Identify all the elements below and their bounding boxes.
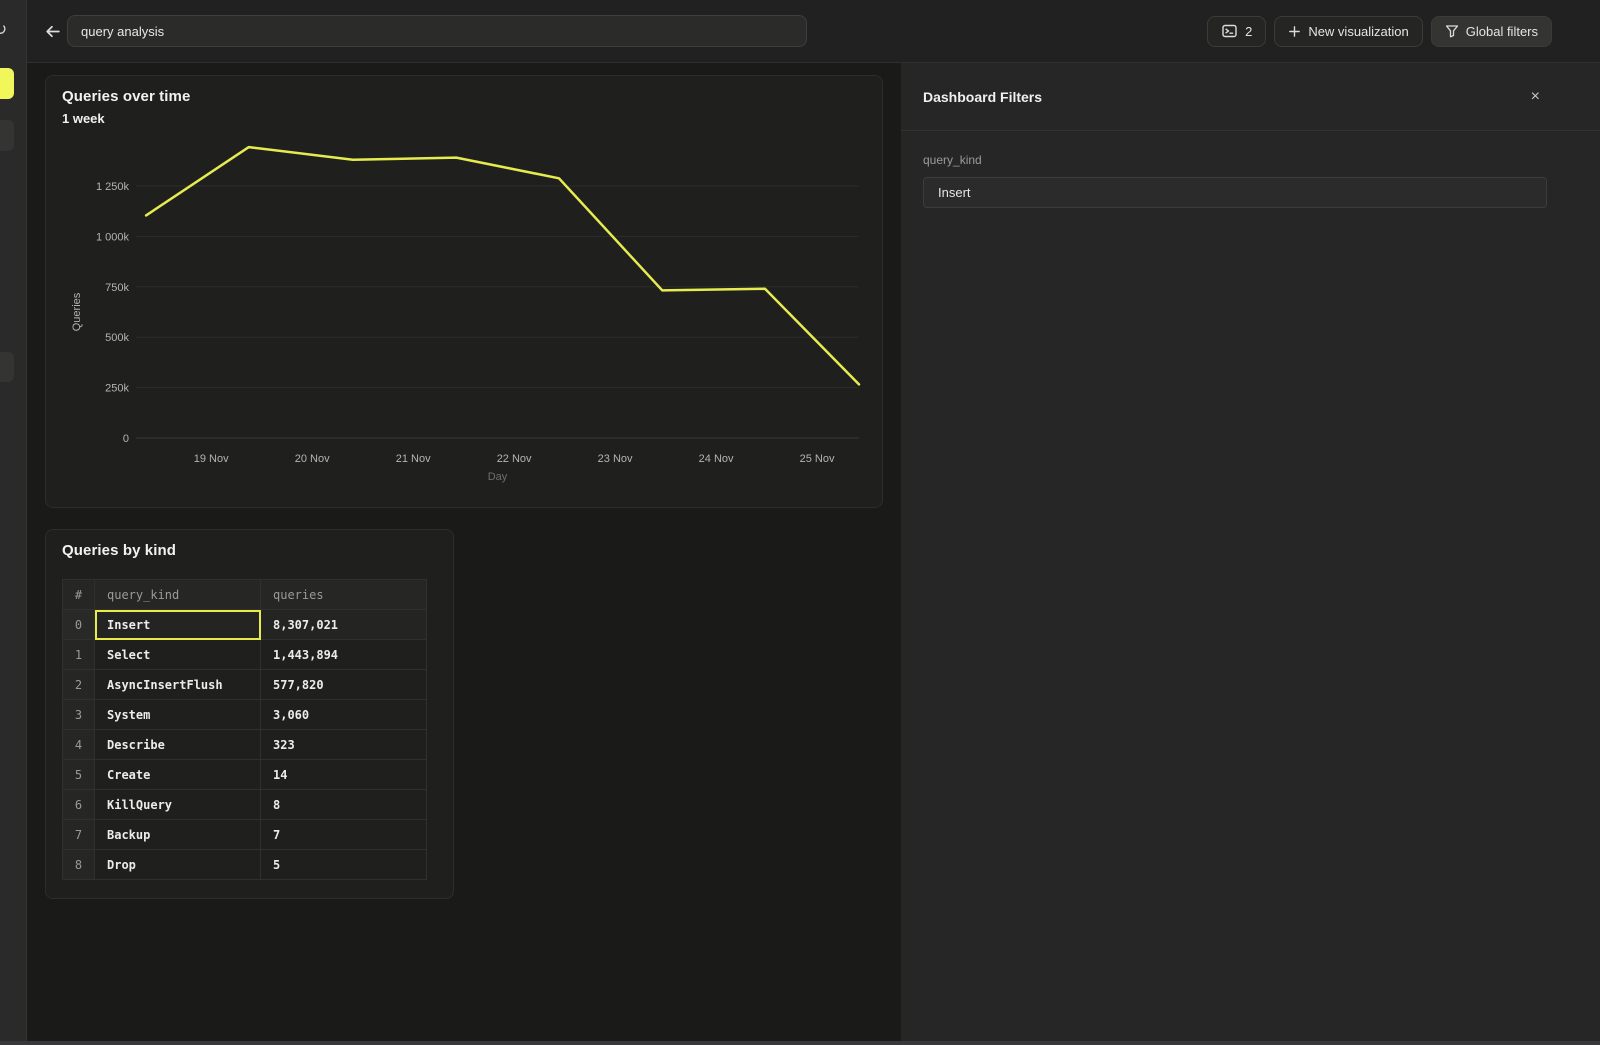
table-cell[interactable]: Describe [95, 730, 261, 760]
sql-console-tabs-button[interactable]: 2 [1207, 16, 1266, 47]
new-visualization-button[interactable]: New visualization [1274, 16, 1422, 47]
row-index-cell[interactable]: 3 [63, 700, 95, 730]
plus-icon [1288, 25, 1301, 38]
svg-text:19 Nov: 19 Nov [194, 453, 229, 465]
query-kind-filter-select[interactable]: Insert [923, 177, 1547, 208]
new-visualization-label: New visualization [1308, 24, 1408, 39]
table-cell[interactable]: 14 [261, 760, 427, 790]
row-index-cell[interactable]: 4 [63, 730, 95, 760]
funnel-icon [1445, 24, 1459, 38]
row-index-cell[interactable]: 6 [63, 790, 95, 820]
filters-panel-body: query_kind Insert [901, 131, 1600, 230]
table-cell[interactable]: KillQuery [95, 790, 261, 820]
queries-by-kind-table: #query_kindqueries 0Insert8,307,0211Sele… [62, 579, 427, 880]
dashboard-title-input[interactable] [67, 15, 807, 47]
column-header-queries[interactable]: queries [261, 580, 427, 610]
svg-text:0: 0 [123, 433, 129, 445]
back-button[interactable] [40, 19, 64, 43]
queries-line-chart: 0 250k 500k 750k 1 000k 1 250k 19 Nov 20 Nov 21 … [46, 76, 884, 509]
main-content: Queries over time 1 week 0250k500k750k1 … [27, 63, 901, 1045]
filter-field-label: query_kind [923, 153, 1578, 167]
table-cell[interactable]: 7 [261, 820, 427, 850]
column-header-index[interactable]: # [63, 580, 95, 610]
table-cell[interactable]: Backup [95, 820, 261, 850]
dashboard-filters-panel: Dashboard Filters × query_kind Insert [901, 63, 1600, 1045]
svg-text:Day: Day [488, 471, 508, 483]
queries-by-kind-card: Queries by kind #query_kindqueries 0Inse… [45, 529, 454, 899]
window-bottom-edge [0, 1041, 1600, 1045]
filters-panel-title: Dashboard Filters [923, 89, 1042, 105]
left-sidebar: ↻ [0, 0, 27, 1045]
filter-selected-value: Insert [938, 185, 971, 200]
table-row: 3System3,060 [63, 700, 427, 730]
sidebar-item-active[interactable] [0, 68, 14, 99]
svg-text:1 000k: 1 000k [96, 231, 130, 243]
tabs-count: 2 [1245, 24, 1252, 39]
queries-line-series [146, 147, 859, 384]
svg-text:21 Nov: 21 Nov [396, 453, 431, 465]
svg-text:25 Nov: 25 Nov [800, 453, 835, 465]
global-filters-label: Global filters [1466, 24, 1538, 39]
table-cell[interactable]: 8 [261, 790, 427, 820]
sidebar-item[interactable] [0, 120, 14, 151]
table-row: 6KillQuery8 [63, 790, 427, 820]
row-index-cell[interactable]: 8 [63, 850, 95, 880]
svg-text:22 Nov: 22 Nov [497, 453, 532, 465]
table-row: 2AsyncInsertFlush577,820 [63, 670, 427, 700]
table-cell[interactable]: Select [95, 640, 261, 670]
close-icon[interactable]: × [1529, 87, 1542, 107]
svg-text:500k: 500k [105, 332, 129, 344]
table-cell[interactable]: 323 [261, 730, 427, 760]
svg-text:23 Nov: 23 Nov [598, 453, 633, 465]
svg-text:20 Nov: 20 Nov [295, 453, 330, 465]
table-row: 5Create14 [63, 760, 427, 790]
table-cell[interactable]: 5 [261, 850, 427, 880]
table-header-row: #query_kindqueries [63, 580, 427, 610]
row-index-cell[interactable]: 7 [63, 820, 95, 850]
history-icon[interactable]: ↻ [0, 20, 7, 40]
table-row: 4Describe323 [63, 730, 427, 760]
svg-text:250k: 250k [105, 383, 129, 395]
svg-text:24 Nov: 24 Nov [699, 453, 734, 465]
table-row: 0Insert8,307,021 [63, 610, 427, 640]
table-cell[interactable]: 1,443,894 [261, 640, 427, 670]
table-cell[interactable]: Drop [95, 850, 261, 880]
table-row: 8Drop5 [63, 850, 427, 880]
sidebar-item[interactable] [0, 352, 14, 382]
row-index-cell[interactable]: 0 [63, 610, 95, 640]
terminal-icon [1221, 23, 1238, 39]
arrow-left-icon [44, 23, 61, 40]
table-cell[interactable]: System [95, 700, 261, 730]
table-cell[interactable]: 8,307,021 [261, 610, 427, 640]
column-header-query_kind[interactable]: query_kind [95, 580, 261, 610]
top-bar: 2 New visualization Global filters [27, 0, 1600, 63]
table-cell[interactable]: 577,820 [261, 670, 427, 700]
table-cell[interactable]: Create [95, 760, 261, 790]
row-index-cell[interactable]: 5 [63, 760, 95, 790]
table-row: 1Select1,443,894 [63, 640, 427, 670]
queries-over-time-card: Queries over time 1 week 0250k500k750k1 … [45, 75, 883, 508]
svg-text:750k: 750k [105, 282, 129, 294]
top-bar-actions: 2 New visualization Global filters [1207, 16, 1552, 47]
svg-text:1 250k: 1 250k [96, 181, 130, 193]
table-title: Queries by kind [62, 542, 176, 559]
table-cell[interactable]: AsyncInsertFlush [95, 670, 261, 700]
filters-panel-header: Dashboard Filters × [901, 63, 1600, 131]
row-index-cell[interactable]: 2 [63, 670, 95, 700]
row-index-cell[interactable]: 1 [63, 640, 95, 670]
global-filters-button[interactable]: Global filters [1431, 16, 1552, 47]
table-cell[interactable]: 3,060 [261, 700, 427, 730]
table-cell[interactable]: Insert [95, 610, 261, 640]
svg-text:Queries: Queries [71, 292, 83, 331]
table-row: 7Backup7 [63, 820, 427, 850]
